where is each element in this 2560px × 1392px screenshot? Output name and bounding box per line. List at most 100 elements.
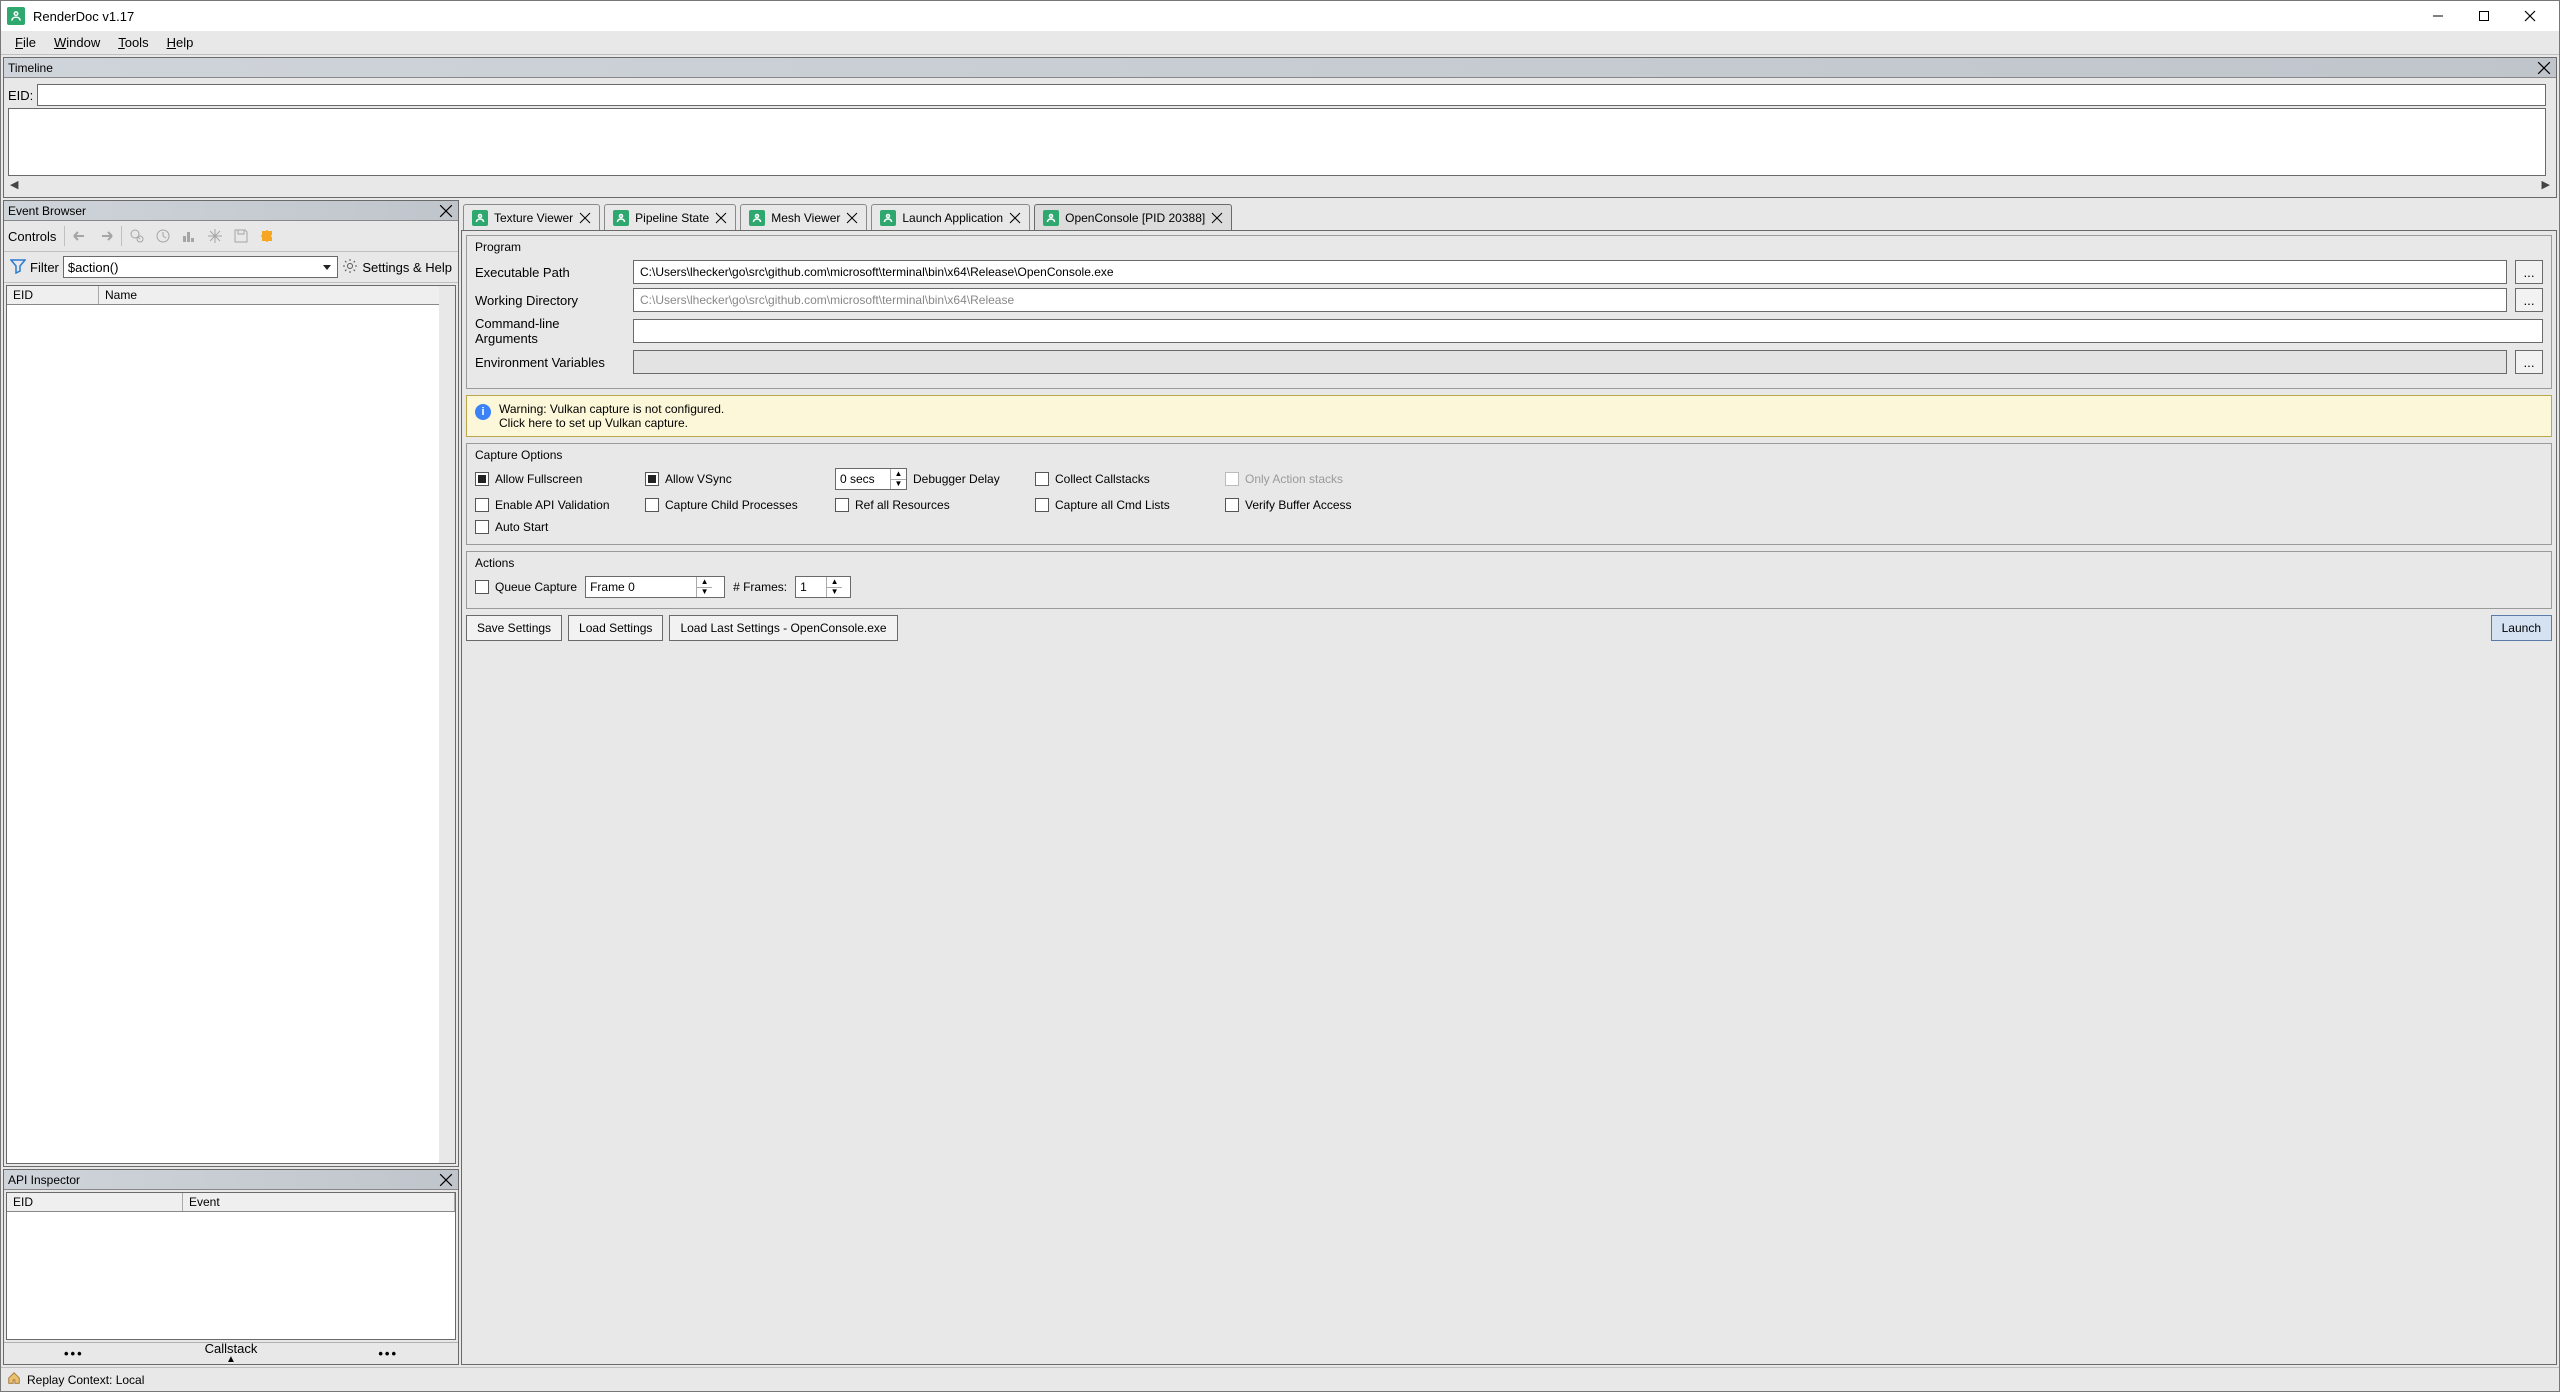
app-icon	[7, 7, 25, 25]
frames-label: # Frames:	[733, 580, 787, 594]
close-button[interactable]	[2507, 1, 2553, 31]
api-list[interactable]	[7, 1212, 455, 1339]
queue-capture-check[interactable]: Queue Capture	[475, 580, 577, 594]
program-title: Program	[475, 240, 2543, 254]
event-browser-pane: Event Browser Controls	[3, 200, 459, 1167]
timeline-pane: Timeline EID: ◀ ▶	[3, 57, 2557, 198]
puzzle-icon[interactable]	[256, 225, 278, 247]
window-title: RenderDoc v1.17	[33, 9, 2415, 24]
menu-file[interactable]: File	[7, 33, 44, 52]
capture-child-check[interactable]: Capture Child Processes	[645, 498, 835, 512]
titlebar: RenderDoc v1.17	[1, 1, 2559, 31]
timeline-title: Timeline	[8, 61, 53, 75]
api-inspector-pane: API Inspector EID Event •••	[3, 1169, 459, 1365]
event-browser-close-icon[interactable]	[438, 203, 454, 219]
timeline-close-icon[interactable]	[2536, 60, 2552, 76]
exe-browse-button[interactable]: ...	[2515, 260, 2543, 284]
api-col-eid[interactable]: EID	[7, 1193, 183, 1211]
args-input[interactable]	[633, 319, 2543, 343]
allow-vsync-check[interactable]: Allow VSync	[645, 472, 835, 486]
col-eid[interactable]: EID	[7, 286, 99, 304]
minimize-button[interactable]	[2415, 1, 2461, 31]
col-name[interactable]: Name	[99, 286, 455, 304]
args-label: Command-line Arguments	[475, 316, 625, 346]
event-list[interactable]	[7, 305, 455, 1163]
home-icon	[7, 1371, 21, 1388]
exe-path-label: Executable Path	[475, 265, 625, 280]
timeline-canvas[interactable]	[8, 108, 2546, 176]
chevron-up-icon: ▲	[226, 1355, 236, 1364]
menu-tools[interactable]: Tools	[110, 33, 156, 52]
save-settings-button[interactable]: Save Settings	[466, 615, 562, 641]
tab-close-icon[interactable]	[579, 212, 591, 224]
barchart-icon[interactable]	[178, 225, 200, 247]
scroll-right-icon[interactable]: ▶	[2542, 178, 2550, 191]
filter-combo[interactable]: $action()	[63, 256, 339, 278]
collect-callstacks-check[interactable]: Collect Callstacks	[1035, 472, 1225, 486]
callstack-toggle[interactable]: Callstack ▲	[205, 1342, 258, 1364]
launch-pane: Program Executable Path ... Working Dire…	[461, 230, 2557, 1365]
env-edit-button[interactable]: ...	[2515, 350, 2543, 374]
settings-help-label[interactable]: Settings & Help	[362, 260, 452, 275]
tab-texture-viewer[interactable]: Texture Viewer	[463, 204, 600, 230]
wd-label: Working Directory	[475, 293, 625, 308]
tab-close-icon[interactable]	[1009, 212, 1021, 224]
clock-icon[interactable]	[152, 225, 174, 247]
actions-title: Actions	[475, 556, 2543, 570]
wd-input[interactable]	[633, 288, 2507, 312]
allow-fullscreen-check[interactable]: Allow Fullscreen	[475, 472, 645, 486]
controls-label: Controls	[8, 229, 60, 244]
callstack-drag-left-icon[interactable]: •••	[64, 1346, 84, 1361]
frame-spinner[interactable]: ▲▼	[585, 576, 725, 598]
event-browser-title: Event Browser	[8, 204, 86, 218]
save-icon[interactable]	[230, 225, 252, 247]
load-last-settings-button[interactable]: Load Last Settings - OpenConsole.exe	[669, 615, 897, 641]
scroll-left-icon[interactable]: ◀	[10, 178, 18, 191]
load-settings-button[interactable]: Load Settings	[568, 615, 663, 641]
timeline-scrollbar[interactable]: ◀ ▶	[8, 178, 2552, 193]
api-col-event[interactable]: Event	[183, 1193, 455, 1211]
funnel-icon[interactable]	[10, 258, 26, 277]
api-inspector-title: API Inspector	[8, 1173, 80, 1187]
menu-help[interactable]: Help	[159, 33, 202, 52]
menu-window[interactable]: Window	[46, 33, 108, 52]
tab-close-icon[interactable]	[846, 212, 858, 224]
tab-close-icon[interactable]	[715, 212, 727, 224]
exe-path-input[interactable]	[633, 260, 2507, 284]
pipeline-state-icon	[613, 210, 629, 226]
frames-count-spinner[interactable]: ▲▼	[795, 576, 851, 598]
only-action-stacks-check: Only Action stacks	[1225, 472, 1415, 486]
debugger-delay-label: Debugger Delay	[913, 472, 1000, 486]
launch-application-icon	[880, 210, 896, 226]
nav-forward-icon[interactable]	[95, 225, 117, 247]
warning-line1: Warning: Vulkan capture is not configure…	[499, 402, 724, 416]
env-label: Environment Variables	[475, 355, 625, 370]
debugger-delay-spinner[interactable]: ▲▼	[835, 468, 907, 490]
info-icon: i	[475, 404, 491, 420]
tab-launch-application[interactable]: Launch Application	[871, 204, 1030, 230]
eid-input[interactable]	[37, 84, 2546, 106]
gear-icon[interactable]	[342, 258, 358, 277]
launch-button[interactable]: Launch	[2491, 615, 2552, 641]
api-inspector-close-icon[interactable]	[438, 1172, 454, 1188]
snowflake-icon[interactable]	[204, 225, 226, 247]
tab-openconsole[interactable]: OpenConsole [PID 20388]	[1034, 204, 1232, 230]
callstack-drag-right-icon[interactable]: •••	[378, 1346, 398, 1361]
capture-options-group: Capture Options Allow Fullscreen Allow V…	[466, 443, 2552, 545]
maximize-button[interactable]	[2461, 1, 2507, 31]
capture-all-cmd-check[interactable]: Capture all Cmd Lists	[1035, 498, 1225, 512]
nav-back-icon[interactable]	[69, 225, 91, 247]
verify-buffer-check[interactable]: Verify Buffer Access	[1225, 498, 1415, 512]
tab-mesh-viewer[interactable]: Mesh Viewer	[740, 204, 867, 230]
actions-group: Actions Queue Capture ▲▼ # Frames: ▲▼	[466, 551, 2552, 609]
wd-browse-button[interactable]: ...	[2515, 288, 2543, 312]
filter-label: Filter	[30, 260, 59, 275]
tab-pipeline-state[interactable]: Pipeline State	[604, 204, 736, 230]
tab-close-icon[interactable]	[1211, 212, 1223, 224]
vulkan-warning[interactable]: i Warning: Vulkan capture is not configu…	[466, 395, 2552, 437]
event-list-scrollbar[interactable]	[439, 286, 455, 1163]
find-icon[interactable]	[126, 225, 148, 247]
auto-start-check[interactable]: Auto Start	[475, 520, 645, 534]
enable-api-validation-check[interactable]: Enable API Validation	[475, 498, 645, 512]
ref-all-check[interactable]: Ref all Resources	[835, 498, 1035, 512]
